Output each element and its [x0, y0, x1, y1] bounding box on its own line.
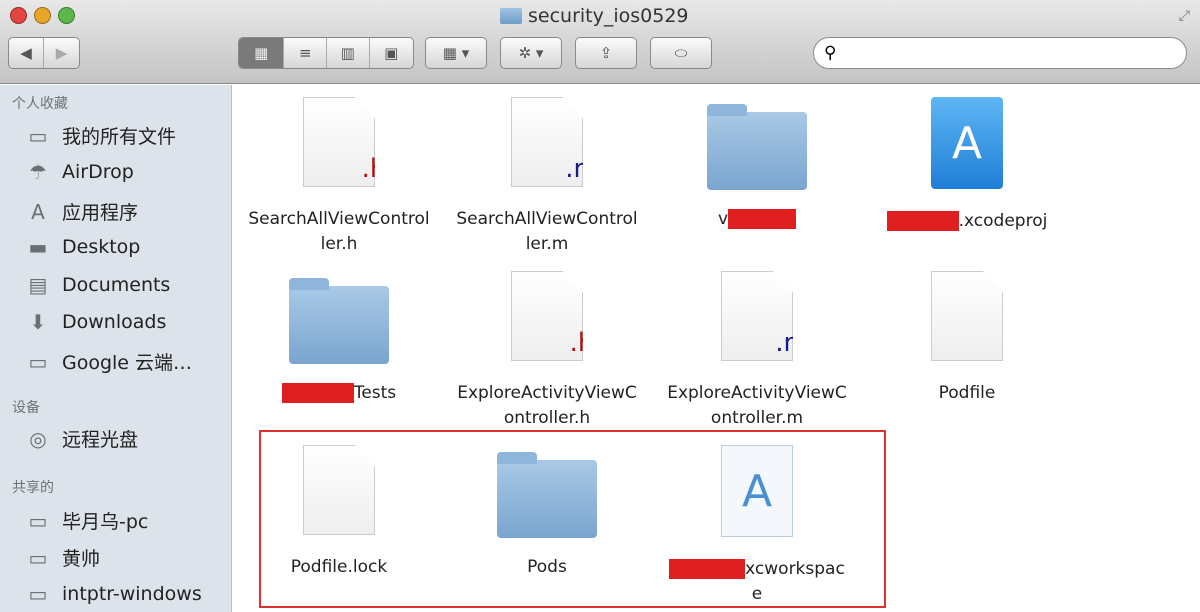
sidebar-item[interactable]: ▭ 我的所有文件 [24, 122, 176, 149]
file-name: Tests [239, 381, 439, 406]
minimize-button[interactable] [34, 7, 51, 24]
icon-view-button[interactable]: ▦ [239, 38, 285, 68]
file-name-text: .xcodeproj [958, 211, 1048, 231]
action-button[interactable]: ✲ ▾ [500, 37, 562, 69]
sidebar-item-icon: ▭ [28, 582, 48, 606]
file-item[interactable]: Podfile [867, 271, 1067, 406]
file-extension: .h [361, 154, 387, 184]
window-title-text: security_ios0529 [528, 5, 689, 27]
window-title: security_ios0529 [500, 5, 689, 27]
sidebar-item-icon: ☂ [29, 160, 47, 184]
sidebar-section-title: 个人收藏 [12, 96, 68, 112]
file-name: Podfile [867, 381, 1067, 406]
redaction-box [728, 209, 797, 229]
sidebar-item-icon: ▭ [28, 349, 48, 374]
sidebar-item[interactable]: A 应用程序 [24, 198, 138, 225]
zoom-button[interactable] [58, 7, 75, 24]
file-name-text: SearchAllViewController.m [456, 209, 638, 254]
share-button[interactable]: ⇪ [575, 37, 637, 69]
sidebar-item-icon: ▭ [28, 508, 48, 533]
file-item[interactable]: .h ExploreActivityViewController.h [447, 271, 647, 431]
sidebar-item[interactable]: ▭ intptr-windows [24, 582, 202, 606]
file-name-text: SearchAllViewController.h [248, 209, 430, 254]
folder-icon [500, 8, 522, 24]
sidebar-item-label: Downloads [62, 311, 167, 333]
toolbar: security_ios0529 ⤢ ◀ ▶ ▦ ≡ ▥ ▣ ▦ ▾ ✲ ▾ ⇪… [0, 0, 1200, 84]
column-view-button[interactable]: ▥ [327, 38, 370, 68]
sidebar-item[interactable]: ▭ 黄帅 [24, 544, 100, 571]
list-view-button[interactable]: ≡ [284, 38, 327, 68]
sidebar-item-icon: ▬ [28, 235, 48, 259]
sidebar-item[interactable]: ▬ Desktop [24, 235, 141, 259]
search-icon: ⚲ [824, 43, 837, 63]
sidebar-item-label: 毕月乌-pc [62, 511, 149, 533]
file-item[interactable]: .m SearchAllViewController.m [447, 97, 647, 257]
file-item[interactable]: A .xcodeproj [867, 97, 1067, 234]
sidebar-item[interactable]: ⬇ Downloads [24, 310, 167, 334]
file-item[interactable]: v [657, 97, 857, 232]
sidebar-item-icon: A [31, 199, 45, 224]
file-extension: .m [565, 154, 599, 184]
fullscreen-icon[interactable]: ⤢ [1179, 8, 1190, 24]
tag-button[interactable]: ⬭ [650, 37, 712, 69]
sidebar-section-title: 设备 [12, 400, 40, 416]
file-name: SearchAllViewController.m [447, 207, 647, 257]
sidebar-item[interactable]: ◎ 远程光盘 [24, 425, 138, 452]
sidebar-item-label: 我的所有文件 [62, 126, 177, 148]
sidebar-item-label: Google 云端… [62, 352, 193, 374]
sidebar-item-label: Documents [62, 274, 171, 296]
source-file-icon: .m [721, 271, 793, 361]
file-name-text: Podfile [938, 383, 996, 403]
sidebar-item[interactable]: ▭ Google 云端… [24, 348, 193, 375]
file-name: ExploreActivityViewController.h [447, 381, 647, 431]
sidebar-item-label: AirDrop [62, 161, 134, 183]
nav-buttons: ◀ ▶ [8, 37, 80, 69]
arrange-button[interactable]: ▦ ▾ [425, 37, 487, 69]
sidebar-item-icon: ◎ [29, 426, 47, 451]
sidebar-item-label: Desktop [62, 236, 141, 258]
sidebar-section-title: 共享的 [12, 480, 54, 496]
file-name-text: ExploreActivityViewController.h [457, 383, 637, 428]
sidebar: 个人收藏 ▭ 我的所有文件 ☂ AirDrop A 应用程序 ▬ Desktop ▤ Documen… [0, 85, 232, 612]
file-item[interactable]: .h SearchAllViewController.h [239, 97, 439, 257]
file-extension: .h [569, 328, 595, 358]
source-file-icon: .h [511, 271, 583, 361]
file-extension: .m [775, 328, 809, 358]
sidebar-item-icon: ▭ [28, 545, 48, 570]
sidebar-item[interactable]: ☂ AirDrop [24, 160, 134, 184]
sidebar-item-icon: ▤ [28, 273, 48, 297]
source-file-icon: .m [511, 97, 583, 187]
sidebar-item-label: 远程光盘 [62, 429, 139, 451]
sidebar-item-icon: ⬇ [29, 310, 47, 334]
sidebar-item-icon: ▭ [28, 123, 48, 148]
file-name: .xcodeproj [867, 209, 1067, 234]
redaction-box [281, 383, 354, 403]
document-icon [931, 271, 1003, 361]
xcode-project-icon: A [931, 97, 1003, 189]
file-item[interactable]: .m ExploreActivityViewController.m [657, 271, 857, 431]
file-name-text: ExploreActivityViewController.m [667, 383, 847, 428]
search-field[interactable]: ⚲ [813, 37, 1187, 69]
close-button[interactable] [10, 7, 27, 24]
folder-icon [289, 278, 389, 364]
source-file-icon: .h [303, 97, 375, 187]
sidebar-item[interactable]: ▤ Documents [24, 273, 171, 297]
sidebar-item-label: intptr-windows [62, 583, 202, 605]
sidebar-item-label: 应用程序 [62, 202, 139, 224]
folder-icon [707, 104, 807, 190]
highlight-box [259, 430, 886, 608]
coverflow-view-button[interactable]: ▣ [370, 38, 413, 68]
file-item[interactable]: Tests [239, 271, 439, 406]
sidebar-item-label: 黄帅 [62, 548, 101, 570]
file-name: ExploreActivityViewController.m [657, 381, 857, 431]
file-name: SearchAllViewController.h [239, 207, 439, 257]
forward-button[interactable]: ▶ [44, 38, 79, 68]
view-mode-segment: ▦ ≡ ▥ ▣ [238, 37, 414, 69]
file-name-prefix: v [717, 209, 729, 229]
back-button[interactable]: ◀ [9, 38, 45, 68]
file-name-text: Tests [353, 383, 397, 403]
sidebar-item[interactable]: ▭ 毕月乌-pc [24, 507, 149, 534]
file-name: v [657, 207, 857, 232]
redaction-box [886, 211, 959, 231]
